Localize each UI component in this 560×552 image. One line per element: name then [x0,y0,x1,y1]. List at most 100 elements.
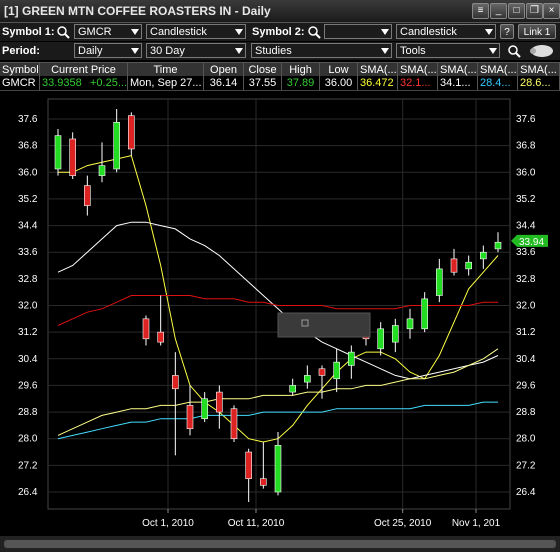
chevron-down-icon [381,48,389,54]
y-tick-label-left: 34.4 [18,221,38,232]
cell-time: Mon, Sep 27... [128,76,204,90]
candle-body [406,318,414,330]
range-value: 30 Day [150,45,185,57]
y-tick-label-right: 28.8 [516,407,536,418]
candle-body [421,298,428,330]
candle-body [494,241,502,250]
header-sma3: SMA(... [440,63,478,77]
chart-style2-select[interactable]: Candlestick [396,24,496,39]
y-tick-label-right: 32.0 [516,301,536,312]
quote-row[interactable]: GMCR 33.9358 +0.25... Mon, Sep 27... 36.… [0,76,560,91]
zoom-icon[interactable] [507,44,521,58]
candle-body [260,478,267,486]
candle-body [450,258,458,273]
quote-header: Symbol Current Price Time Open Close Hig… [0,62,560,77]
candle-body [157,331,164,343]
y-tick-label-right: 33.6 [516,247,536,258]
candle-body [436,268,443,296]
candle-body [480,251,487,260]
symbol1-input[interactable]: GMCR [74,24,142,39]
period-label: Period: [2,45,40,57]
y-tick-label-right: 36.8 [516,141,536,152]
cell-sma5: 28.6... [518,76,560,90]
studies-select[interactable]: Studies [251,43,392,58]
header-symbol: Symbol [2,63,40,77]
symbol2-label: Symbol 2: [252,26,305,38]
chevron-down-icon [235,29,243,35]
header-low: Low [320,63,358,77]
candle-body [245,451,252,479]
y-tick-label-left: 28.8 [18,407,38,418]
period-select[interactable]: Daily [74,43,142,58]
candle-body [230,408,238,440]
symbol2-input[interactable] [324,24,392,39]
toolbar-symbols: Symbol 1: GMCR Candlestick Symbol 2: Can… [0,23,560,41]
y-tick-label-right: 34.4 [516,221,536,232]
x-tick-label: Oct 11, 2010 [228,518,285,529]
candle-body [172,375,179,390]
candle-body [289,385,296,393]
cell-low: 36.00 [320,76,358,90]
restore-icon[interactable]: ❐ [526,3,543,19]
header-time: Time [128,63,204,77]
y-tick-label-right: 37.6 [516,114,536,125]
y-tick-label-left: 28.0 [18,434,38,445]
candle-body [274,445,282,493]
cell-change: +0.25... [90,76,128,90]
header-sma2: SMA(... [400,63,438,77]
symbol1-value: GMCR [78,26,112,38]
chevron-down-icon [381,29,389,35]
price-chart[interactable]: 37.6 37.6 36.8 36.8 36.0 36.0 35.2 35.2 34.4 34.4… [0,91,560,552]
cell-sma1: 36.472 [358,76,398,90]
cell-symbol: GMCR [0,76,40,90]
y-tick-label-right: 26.4 [516,487,536,498]
cell-close: 37.55 [244,76,282,90]
chevron-down-icon [131,29,139,35]
header-sma1: SMA(... [360,63,398,77]
chevron-down-icon [485,29,493,35]
y-tick-label-left: 26.4 [18,487,38,498]
header-high: High [282,63,320,77]
candle-body [465,261,472,270]
header-close: Close [244,63,282,77]
chevron-down-icon [235,48,243,54]
scrollbar-thumb [4,540,556,548]
y-tick-label-left: 31.2 [18,327,38,338]
candle-body [128,115,135,150]
tools-select[interactable]: Tools [396,43,500,58]
period-value: Daily [78,45,103,57]
window-title-bar: [1] GREEN MTN COFFEE ROASTERS IN - Daily… [0,0,560,23]
range-select[interactable]: 30 Day [146,43,246,58]
close-icon[interactable]: × [543,3,560,19]
y-tick-label-left: 35.2 [18,194,38,205]
symbol2-search-icon[interactable] [307,25,321,39]
y-tick-label-left: 30.4 [18,354,38,365]
header-current-price: Current Price [40,63,128,77]
header-open: Open [204,63,244,77]
y-tick-label-left: 29.6 [18,380,38,391]
toolbar-period: Period: Daily 30 Day Studies Tools [0,42,560,60]
candle-body [333,361,340,380]
header-sma5: SMA(... [518,63,560,77]
y-tick-label-left: 33.6 [18,247,38,258]
cell-sma2: 32.1... [398,76,438,90]
candle-body [98,165,106,176]
x-tick-label: Oct 1, 2010 [142,518,194,529]
studies-value: Studies [255,45,292,57]
candle-body [186,405,194,430]
y-tick-label-left: 27.2 [18,460,38,471]
y-tick-label-right: 32.8 [516,274,536,285]
minimize-icon[interactable]: _ [490,3,507,19]
chat-icon[interactable] [527,43,555,59]
chart-style-select[interactable]: Candlestick [146,24,246,39]
candle-body [84,185,91,206]
symbol1-search-icon[interactable] [56,25,70,39]
candle-body [216,391,223,413]
maximize-icon[interactable]: □ [508,3,525,19]
help-button[interactable]: ? [500,24,514,39]
chart-style-value: Candlestick [150,26,207,38]
menu-icon[interactable]: ≡ [472,3,489,19]
link-button[interactable]: Link 1 [518,24,556,39]
y-tick-label-right: 36.0 [516,167,536,178]
cell-current-price: 33.9358 [42,77,82,89]
